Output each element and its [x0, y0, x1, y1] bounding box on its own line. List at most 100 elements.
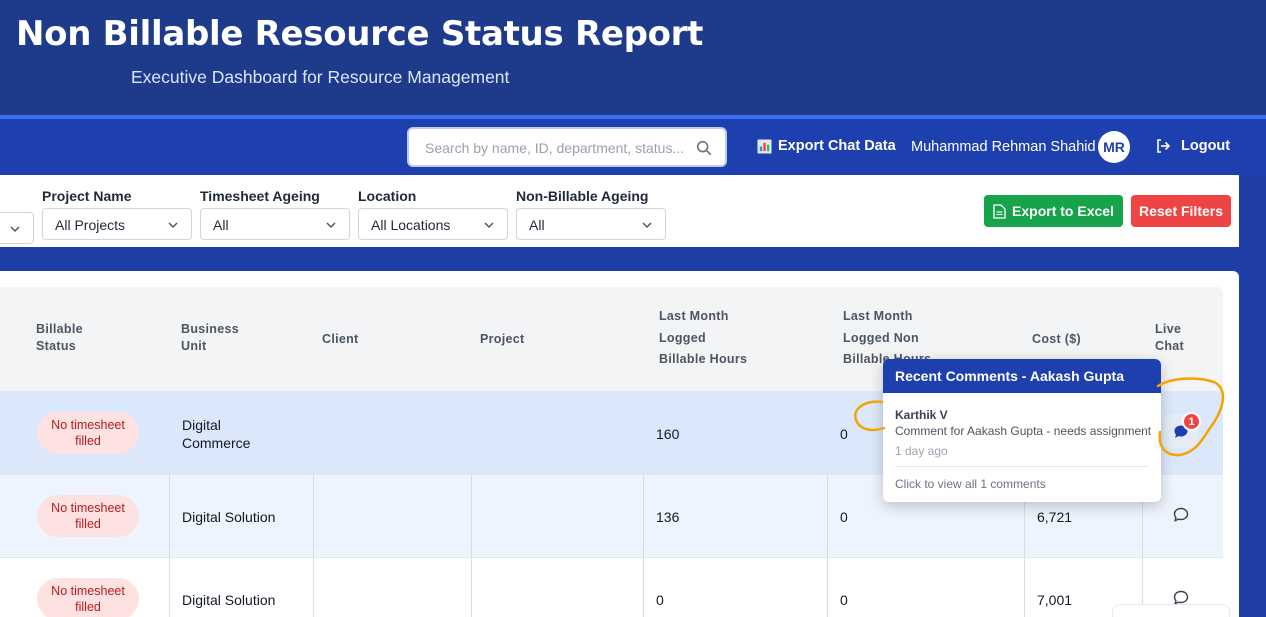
- spreadsheet-icon: [993, 203, 1006, 219]
- header-billable-status: Billable Status: [36, 321, 83, 355]
- non-billable-ageing-select[interactable]: All: [516, 208, 666, 240]
- billable-hours-cell: 136: [656, 509, 680, 525]
- chevron-down-icon: [326, 222, 336, 229]
- column-divider: [643, 475, 644, 558]
- top-nav: Export Chat Data Muhammad Rehman Shahid …: [0, 119, 1266, 175]
- header-line: Unit: [181, 339, 207, 353]
- table-row[interactable]: No timesheet filled Digital Solution 0 0…: [0, 558, 1223, 617]
- chevron-down-icon: [484, 222, 494, 229]
- header-live-chat: Live Chat: [1155, 321, 1184, 355]
- view-all-comments-link[interactable]: Click to view all 1 comments: [895, 477, 1046, 491]
- column-divider: [169, 558, 170, 617]
- status-badge: No timesheet filled: [37, 495, 139, 537]
- reset-filters-button[interactable]: Reset Filters: [1131, 195, 1231, 227]
- header-project: Project: [480, 332, 525, 346]
- comment-time: 1 day ago: [895, 444, 948, 458]
- search-box: [407, 127, 727, 167]
- status-badge: No timesheet filled: [37, 412, 139, 454]
- timesheet-ageing-filter: Timesheet Ageing All: [200, 188, 350, 240]
- header-client: Client: [322, 332, 359, 346]
- comment-text: Comment for Aakash Gupta - needs assignm…: [895, 424, 1152, 438]
- business-unit-cell: Digital Commerce: [182, 416, 250, 452]
- header-line: Status: [36, 339, 77, 353]
- header-line: Chat: [1155, 339, 1184, 353]
- column-divider: [471, 475, 472, 558]
- business-unit-cell: Digital Solution: [182, 509, 276, 525]
- avatar[interactable]: MR: [1098, 131, 1130, 163]
- column-divider: [1024, 558, 1025, 617]
- filter-label: Timesheet Ageing: [200, 188, 320, 204]
- page-subtitle: Executive Dashboard for Resource Managem…: [131, 67, 510, 87]
- location-filter: Location All Locations: [358, 188, 508, 240]
- select-value: All: [213, 217, 229, 233]
- chevron-down-icon: [10, 226, 20, 233]
- select-value: All: [529, 217, 545, 233]
- unread-count-badge: 1: [1182, 412, 1201, 431]
- header-line: Live: [1155, 322, 1182, 336]
- badge-line: No timesheet: [51, 584, 125, 598]
- select-value: All Projects: [55, 217, 126, 233]
- logout-icon: [1157, 139, 1171, 153]
- export-chat-label: Export Chat Data: [778, 138, 896, 154]
- chevron-down-icon: [642, 222, 652, 229]
- select-value: All Locations: [371, 217, 451, 233]
- column-divider: [169, 475, 170, 558]
- column-divider: [643, 558, 644, 617]
- chart-icon: [757, 138, 772, 154]
- logout-label: Logout: [1181, 138, 1231, 154]
- status-badge: No timesheet filled: [37, 578, 139, 617]
- user-name: Muhammad Rehman Shahid: [911, 139, 1096, 155]
- export-excel-label: Export to Excel: [1012, 203, 1114, 219]
- cost-cell: 6,721: [1037, 509, 1073, 525]
- column-divider: [827, 475, 828, 558]
- cell-line: Digital: [182, 417, 221, 433]
- chevron-down-icon: [168, 222, 178, 229]
- popup-title: Recent Comments - Aakash Gupta: [883, 359, 1161, 393]
- header-billable-hours: Last Month Logged Billable Hours: [659, 306, 747, 371]
- badge-line: No timesheet: [51, 501, 125, 515]
- column-divider: [827, 558, 828, 617]
- filter-label: Project Name: [42, 188, 132, 204]
- header-line: Business: [181, 322, 239, 336]
- column-divider: [313, 558, 314, 617]
- non-billable-hours-cell: 0: [840, 509, 848, 525]
- filter-panel: Project Name All Projects Timesheet Agei…: [0, 175, 1239, 247]
- page-header: Non Billable Resource Status Report Exec…: [0, 0, 1266, 115]
- project-name-select[interactable]: All Projects: [42, 208, 192, 240]
- column-divider: [313, 475, 314, 558]
- search-input[interactable]: [425, 138, 687, 158]
- comment-author: Karthik V: [895, 408, 948, 422]
- cost-cell: 7,001: [1037, 592, 1073, 608]
- location-select[interactable]: All Locations: [358, 208, 508, 240]
- header-line: Logged Non: [843, 330, 919, 345]
- badge-line: filled: [75, 517, 101, 531]
- badge-line: filled: [75, 434, 101, 448]
- column-divider: [471, 558, 472, 617]
- chat-icon[interactable]: [1172, 506, 1190, 524]
- billable-hours-cell: 160: [656, 426, 680, 442]
- timesheet-ageing-select[interactable]: All: [200, 208, 350, 240]
- header-line: Logged: [659, 330, 706, 345]
- export-chat-button[interactable]: Export Chat Data: [757, 138, 896, 154]
- non-billable-ageing-filter: Non-Billable Ageing All: [516, 188, 666, 240]
- header-line: Last Month: [659, 309, 729, 323]
- filter-label: Location: [358, 188, 417, 204]
- recent-comments-popup[interactable]: Recent Comments - Aakash Gupta Karthik V…: [883, 359, 1161, 502]
- prior-filter-select[interactable]: [0, 212, 34, 244]
- header-line: Billable: [36, 322, 83, 336]
- header-line: Billable Hours: [659, 352, 748, 366]
- billable-hours-cell: 0: [656, 592, 664, 608]
- page-title: Non Billable Resource Status Report: [16, 14, 704, 54]
- non-billable-hours-cell: 0: [840, 426, 848, 442]
- header-line: Last Month: [843, 309, 913, 323]
- business-unit-cell: Digital Solution: [182, 592, 276, 608]
- project-name-filter: Project Name All Projects: [42, 188, 192, 240]
- badge-line: No timesheet: [51, 418, 125, 432]
- cell-line: Commerce: [182, 435, 251, 451]
- search-icon[interactable]: [695, 139, 713, 157]
- logout-button[interactable]: Logout: [1155, 138, 1230, 154]
- header-business-unit: Business Unit: [181, 321, 239, 355]
- export-excel-button[interactable]: Export to Excel: [984, 195, 1123, 227]
- filter-label: Non-Billable Ageing: [516, 188, 649, 204]
- floating-panel-edge: [1112, 604, 1230, 617]
